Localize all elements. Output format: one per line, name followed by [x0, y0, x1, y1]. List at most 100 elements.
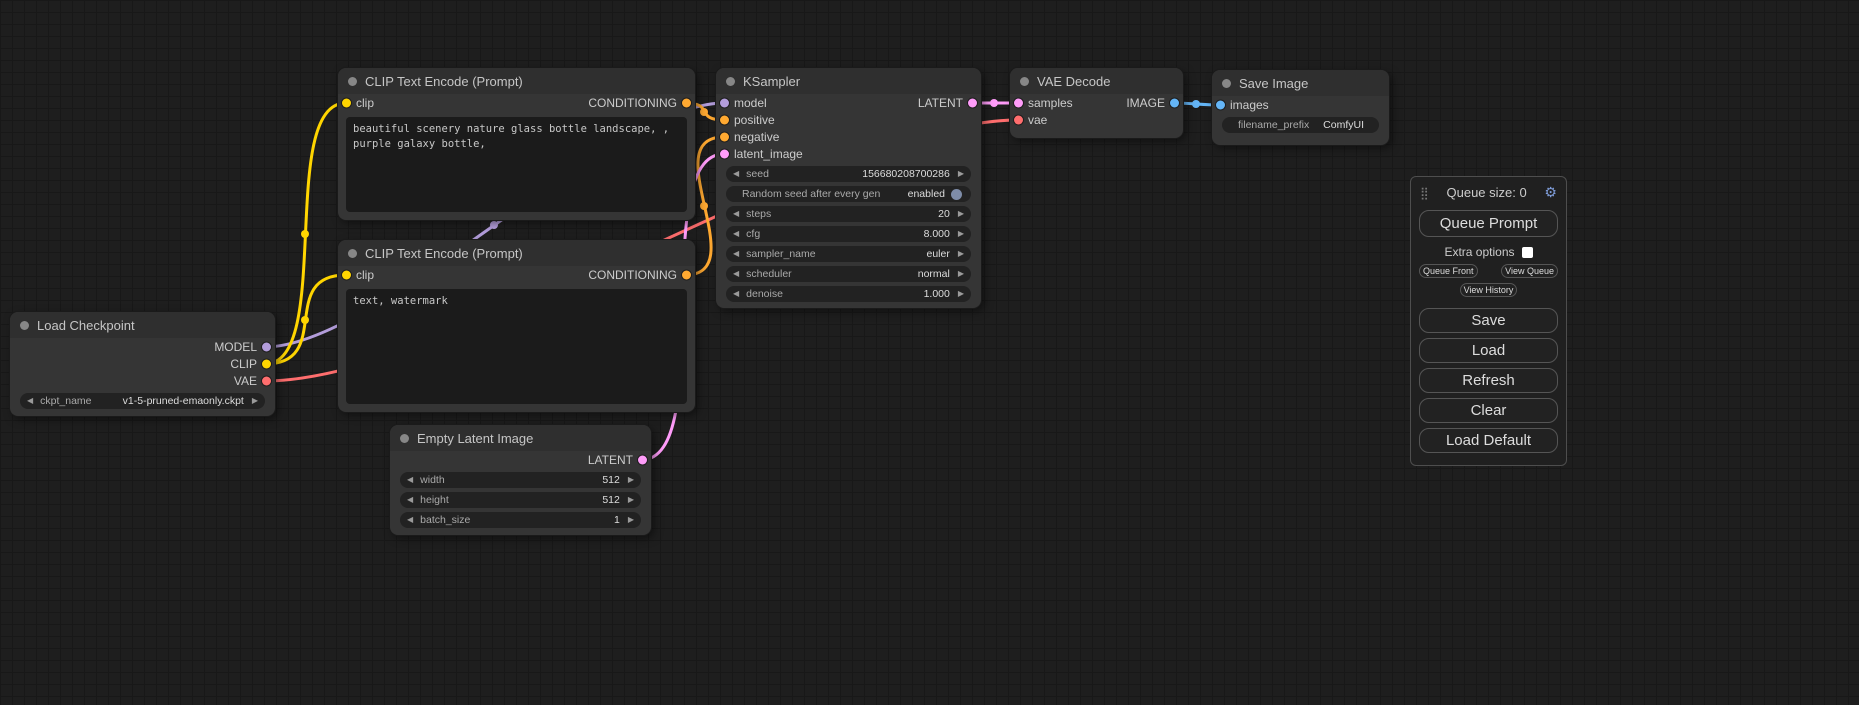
- increment-arrow-icon[interactable]: ▶: [958, 230, 964, 238]
- node-titlebar[interactable]: KSampler: [716, 68, 981, 94]
- load-default-button[interactable]: Load Default: [1419, 428, 1558, 453]
- collapse-dot-icon[interactable]: [400, 434, 409, 443]
- output-slot-image[interactable]: [1170, 98, 1179, 107]
- decrement-arrow-icon[interactable]: ◀: [27, 397, 33, 405]
- wire-midpoint-dot: [700, 202, 708, 210]
- node-clip-text-encode-negative[interactable]: CLIP Text Encode (Prompt) clip CONDITION…: [338, 240, 695, 412]
- history-button-row: View History: [1419, 283, 1558, 297]
- decrement-arrow-icon[interactable]: ◀: [733, 250, 739, 258]
- node-title: Empty Latent Image: [417, 431, 533, 446]
- queue-front-button[interactable]: Queue Front: [1419, 264, 1478, 278]
- input-label-negative: negative: [734, 130, 779, 144]
- input-slot-clip[interactable]: [342, 270, 351, 279]
- refresh-button[interactable]: Refresh: [1419, 368, 1558, 393]
- widget-steps[interactable]: ◀ steps 20 ▶: [726, 206, 971, 222]
- output-slot-conditioning[interactable]: [682, 98, 691, 107]
- input-slot-clip[interactable]: [342, 98, 351, 107]
- increment-arrow-icon[interactable]: ▶: [958, 210, 964, 218]
- widget-seed[interactable]: ◀ seed 156680208700286 ▶: [726, 166, 971, 182]
- increment-arrow-icon[interactable]: ▶: [252, 397, 258, 405]
- view-history-button[interactable]: View History: [1460, 283, 1518, 297]
- clear-button[interactable]: Clear: [1419, 398, 1558, 423]
- increment-arrow-icon[interactable]: ▶: [628, 496, 634, 504]
- view-queue-button[interactable]: View Queue: [1501, 264, 1558, 278]
- input-slot-images[interactable]: [1216, 100, 1225, 109]
- prompt-textarea[interactable]: beautiful scenery nature glass bottle la…: [346, 117, 687, 212]
- decrement-arrow-icon[interactable]: ◀: [733, 170, 739, 178]
- widget-height[interactable]: ◀ height 512 ▶: [400, 492, 641, 508]
- input-label-clip: clip: [356, 268, 374, 282]
- input-slot-latent-image[interactable]: [720, 149, 729, 158]
- widget-ckpt-name[interactable]: ◀ ckpt_name v1-5-pruned-emaonly.ckpt ▶: [20, 393, 265, 409]
- collapse-dot-icon[interactable]: [348, 249, 357, 258]
- input-slot-negative[interactable]: [720, 132, 729, 141]
- save-button[interactable]: Save: [1419, 308, 1558, 333]
- input-slot-vae[interactable]: [1014, 115, 1023, 124]
- node-empty-latent-image[interactable]: Empty Latent Image LATENT ◀ width 512 ▶ …: [390, 425, 651, 535]
- prompt-textarea[interactable]: text, watermark: [346, 289, 687, 404]
- widget-denoise[interactable]: ◀ denoise 1.000 ▶: [726, 286, 971, 302]
- load-button[interactable]: Load: [1419, 338, 1558, 363]
- output-slot-clip[interactable]: [262, 359, 271, 368]
- collapse-dot-icon[interactable]: [20, 321, 29, 330]
- node-titlebar[interactable]: Empty Latent Image: [390, 425, 651, 451]
- settings-gear-icon[interactable]: ⚙: [1544, 184, 1557, 201]
- decrement-arrow-icon[interactable]: ◀: [733, 230, 739, 238]
- increment-arrow-icon[interactable]: ▶: [958, 290, 964, 298]
- output-slot-latent[interactable]: [638, 455, 647, 464]
- toggle-knob-icon[interactable]: [951, 189, 962, 200]
- node-ksampler[interactable]: KSampler model LATENT positive negative …: [716, 68, 981, 308]
- decrement-arrow-icon[interactable]: ◀: [407, 476, 413, 484]
- input-slot-positive[interactable]: [720, 115, 729, 124]
- output-label-latent: LATENT: [588, 453, 633, 467]
- node-titlebar[interactable]: VAE Decode: [1010, 68, 1183, 94]
- node-titlebar[interactable]: CLIP Text Encode (Prompt): [338, 68, 695, 94]
- node-titlebar[interactable]: CLIP Text Encode (Prompt): [338, 240, 695, 266]
- decrement-arrow-icon[interactable]: ◀: [407, 496, 413, 504]
- node-graph-canvas[interactable]: Load Checkpoint MODEL CLIP VAE ◀ ckpt_na…: [0, 0, 1859, 705]
- collapse-dot-icon[interactable]: [1020, 77, 1029, 86]
- decrement-arrow-icon[interactable]: ◀: [733, 290, 739, 298]
- drag-handle-icon[interactable]: ⣿: [1420, 186, 1429, 200]
- collapse-dot-icon[interactable]: [726, 77, 735, 86]
- output-slot-latent[interactable]: [968, 98, 977, 107]
- collapse-dot-icon[interactable]: [1222, 79, 1231, 88]
- input-slot-samples[interactable]: [1014, 98, 1023, 107]
- node-clip-text-encode-positive[interactable]: CLIP Text Encode (Prompt) clip CONDITION…: [338, 68, 695, 220]
- decrement-arrow-icon[interactable]: ◀: [733, 210, 739, 218]
- node-vae-decode[interactable]: VAE Decode samples IMAGE vae: [1010, 68, 1183, 138]
- widget-filename-prefix[interactable]: filename_prefix ComfyUI: [1222, 117, 1379, 133]
- increment-arrow-icon[interactable]: ▶: [958, 250, 964, 258]
- widget-batch-size[interactable]: ◀ batch_size 1 ▶: [400, 512, 641, 528]
- increment-arrow-icon[interactable]: ▶: [628, 516, 634, 524]
- node-save-image[interactable]: Save Image images filename_prefix ComfyU…: [1212, 70, 1389, 145]
- queue-menu-panel[interactable]: ⣿ Queue size: 0 ⚙ Queue Prompt Extra opt…: [1410, 176, 1567, 466]
- node-titlebar[interactable]: Save Image: [1212, 70, 1389, 96]
- decrement-arrow-icon[interactable]: ◀: [407, 516, 413, 524]
- node-title: Load Checkpoint: [37, 318, 135, 333]
- node-load-checkpoint[interactable]: Load Checkpoint MODEL CLIP VAE ◀ ckpt_na…: [10, 312, 275, 416]
- widget-sampler-name[interactable]: ◀ sampler_name euler ▶: [726, 246, 971, 262]
- queue-prompt-button[interactable]: Queue Prompt: [1419, 210, 1558, 237]
- extra-options-checkbox[interactable]: [1522, 247, 1533, 258]
- increment-arrow-icon[interactable]: ▶: [958, 270, 964, 278]
- collapse-dot-icon[interactable]: [348, 77, 357, 86]
- widget-random-seed-toggle[interactable]: Random seed after every gen enabled: [726, 186, 971, 202]
- widget-width[interactable]: ◀ width 512 ▶: [400, 472, 641, 488]
- output-slot-vae[interactable]: [262, 376, 271, 385]
- widget-label: sampler_name: [746, 248, 815, 260]
- widget-value: 156680208700286: [862, 168, 950, 180]
- decrement-arrow-icon[interactable]: ◀: [733, 270, 739, 278]
- widget-cfg[interactable]: ◀ cfg 8.000 ▶: [726, 226, 971, 242]
- output-slot-conditioning[interactable]: [682, 270, 691, 279]
- output-slot-model[interactable]: [262, 342, 271, 351]
- widget-value: 20: [938, 208, 950, 220]
- wire-midpoint-dot: [990, 99, 998, 107]
- input-slot-model[interactable]: [720, 98, 729, 107]
- widget-label: filename_prefix: [1238, 119, 1309, 131]
- increment-arrow-icon[interactable]: ▶: [628, 476, 634, 484]
- slot-row: latent_image: [716, 145, 981, 162]
- increment-arrow-icon[interactable]: ▶: [958, 170, 964, 178]
- widget-scheduler[interactable]: ◀ scheduler normal ▶: [726, 266, 971, 282]
- node-titlebar[interactable]: Load Checkpoint: [10, 312, 275, 338]
